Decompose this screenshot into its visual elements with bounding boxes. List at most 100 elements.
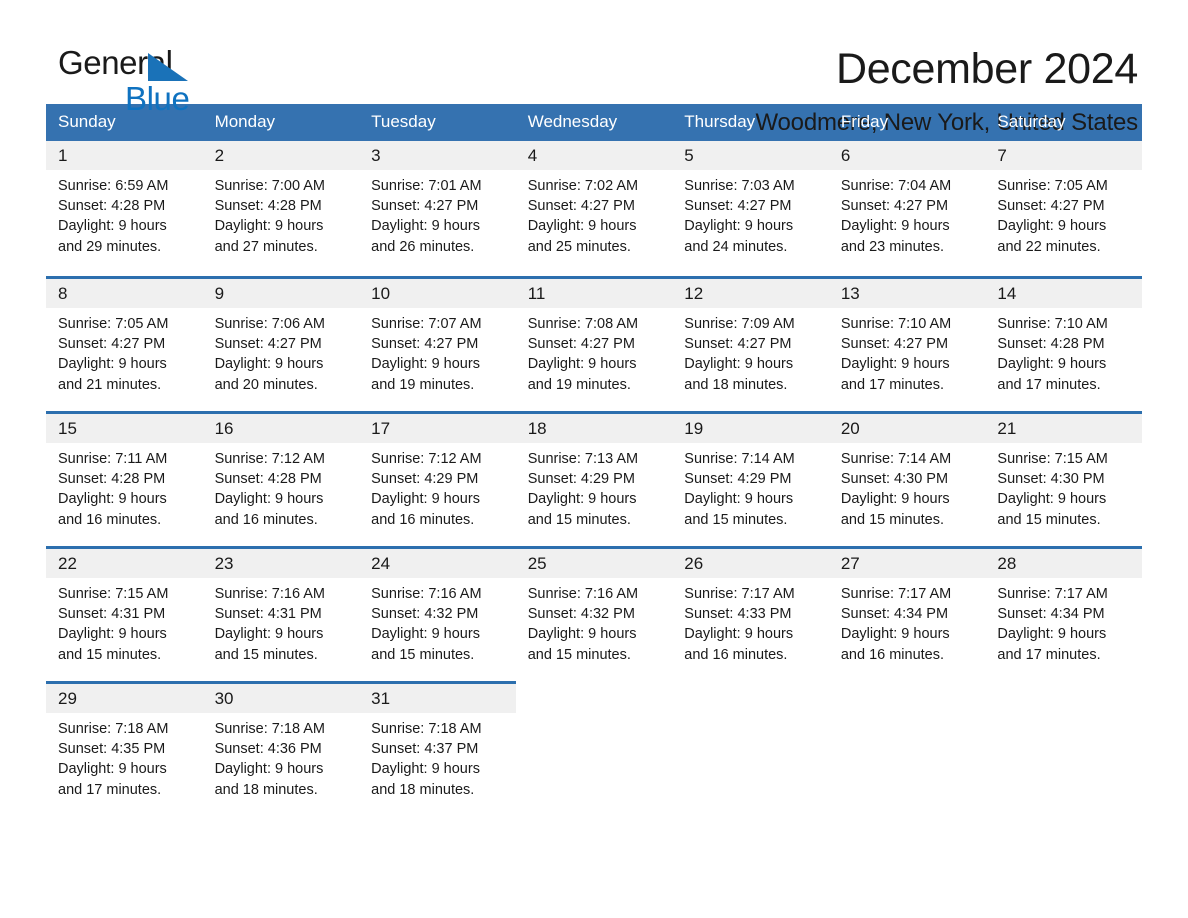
day-number: 7	[997, 146, 1007, 165]
day-cell[interactable]: 3 Sunrise: 7:01 AM Sunset: 4:27 PM Dayli…	[359, 141, 516, 276]
day-details: Sunrise: 7:10 AM Sunset: 4:27 PM Dayligh…	[829, 308, 986, 395]
day-number: 22	[58, 554, 77, 573]
sunrise-text: Sunrise: 7:17 AM	[840, 586, 952, 602]
day-number: 17	[371, 419, 391, 438]
day-cell[interactable]: 26 Sunrise: 7:17 AM Sunset: 4:33 PM Dayl…	[672, 549, 829, 681]
daylight-text-line1: Daylight: 9 hours	[214, 491, 324, 508]
daylight-text-line2: and 18 minutes.	[684, 376, 788, 393]
day-cell[interactable]: 17 Sunrise: 7:12 AM Sunset: 4:29 PM Dayl…	[359, 414, 516, 546]
day-number: 23	[214, 554, 234, 573]
sunset-text: Sunset: 4:33 PM	[684, 606, 792, 623]
generalblue-logo[interactable]: General Blue	[46, 44, 246, 120]
daylight-text-line1: Daylight: 9 hours	[371, 626, 480, 643]
day-cell[interactable]: 8 Sunrise: 7:05 AM Sunset: 4:27 PM Dayli…	[46, 279, 203, 411]
sunrise-text: Sunrise: 7:03 AM	[684, 178, 795, 194]
day-number: 14	[997, 284, 1017, 303]
daylight-text-line2: and 16 minutes.	[840, 646, 945, 663]
day-cell[interactable]: 13 Sunrise: 7:10 AM Sunset: 4:27 PM Dayl…	[828, 279, 986, 411]
daylight-text-line1: Daylight: 9 hours	[684, 626, 794, 643]
day-cell[interactable]: 2 Sunrise: 7:00 AM Sunset: 4:28 PM Dayli…	[202, 141, 360, 276]
day-cell[interactable]: 27 Sunrise: 7:17 AM Sunset: 4:34 PM Dayl…	[828, 549, 986, 681]
sunrise-text: Sunrise: 7:14 AM	[684, 451, 795, 467]
day-details: Sunrise: 7:12 AM Sunset: 4:28 PM Dayligh…	[203, 443, 360, 530]
daylight-text-line1: Daylight: 9 hours	[371, 491, 480, 508]
day-number: 20	[840, 419, 860, 438]
day-details: Sunrise: 7:10 AM Sunset: 4:28 PM Dayligh…	[985, 308, 1142, 395]
daylight-text-line2: and 17 minutes.	[997, 376, 1101, 393]
day-cell[interactable]: 14 Sunrise: 7:10 AM Sunset: 4:28 PM Dayl…	[985, 279, 1142, 411]
day-details: Sunrise: 7:17 AM Sunset: 4:34 PM Dayligh…	[985, 578, 1142, 665]
day-cell[interactable]: 24 Sunrise: 7:16 AM Sunset: 4:32 PM Dayl…	[359, 549, 516, 681]
day-number-band: 31	[359, 684, 516, 713]
sunrise-text: Sunrise: 7:12 AM	[214, 451, 325, 467]
day-cell[interactable]: 11 Sunrise: 7:08 AM Sunset: 4:27 PM Dayl…	[515, 279, 673, 411]
day-cell[interactable]: 18 Sunrise: 7:13 AM Sunset: 4:29 PM Dayl…	[515, 414, 673, 546]
day-cell[interactable]: 22 Sunrise: 7:15 AM Sunset: 4:31 PM Dayl…	[46, 549, 203, 681]
day-cell[interactable]: 28 Sunrise: 7:17 AM Sunset: 4:34 PM Dayl…	[985, 549, 1142, 681]
day-cell[interactable]: 30 Sunrise: 7:18 AM Sunset: 4:36 PM Dayl…	[202, 681, 360, 811]
day-cell[interactable]: 21 Sunrise: 7:15 AM Sunset: 4:30 PM Dayl…	[985, 414, 1142, 546]
sunset-text: Sunset: 4:28 PM	[214, 471, 322, 488]
day-details: Sunrise: 7:04 AM Sunset: 4:27 PM Dayligh…	[829, 170, 986, 257]
day-cell[interactable]: 4 Sunrise: 7:02 AM Sunset: 4:27 PM Dayli…	[515, 141, 673, 276]
daylight-text-line1: Daylight: 9 hours	[214, 218, 324, 235]
daylight-text-line2: and 17 minutes.	[58, 781, 162, 798]
day-details: Sunrise: 7:15 AM Sunset: 4:30 PM Dayligh…	[985, 443, 1142, 530]
sunrise-text: Sunrise: 7:14 AM	[840, 451, 952, 467]
daylight-text-line1: Daylight: 9 hours	[527, 626, 637, 643]
sunset-text: Sunset: 4:28 PM	[997, 336, 1105, 353]
calendar-week-row: 29 Sunrise: 7:18 AM Sunset: 4:35 PM Dayl…	[46, 681, 1142, 811]
day-number-band: 21	[985, 414, 1142, 443]
day-number: 30	[214, 689, 234, 708]
page-header: General Blue December 2024 Woodmere, New…	[46, 0, 1142, 136]
day-number-band: 5	[672, 141, 829, 170]
day-cell[interactable]: 23 Sunrise: 7:16 AM Sunset: 4:31 PM Dayl…	[202, 549, 360, 681]
day-number: 21	[997, 419, 1017, 438]
sunset-text: Sunset: 4:28 PM	[58, 471, 166, 488]
daylight-text-line1: Daylight: 9 hours	[58, 626, 167, 643]
calendar-week-row: 22 Sunrise: 7:15 AM Sunset: 4:31 PM Dayl…	[46, 546, 1142, 681]
day-cell-empty	[985, 681, 1142, 811]
day-cell[interactable]: 12 Sunrise: 7:09 AM Sunset: 4:27 PM Dayl…	[672, 279, 829, 411]
daylight-text-line1: Daylight: 9 hours	[684, 218, 794, 235]
day-cell[interactable]: 1 Sunrise: 6:59 AM Sunset: 4:28 PM Dayli…	[46, 141, 203, 276]
day-details: Sunrise: 7:11 AM Sunset: 4:28 PM Dayligh…	[46, 443, 203, 530]
daylight-text-line2: and 15 minutes.	[58, 646, 162, 663]
daylight-text-line1: Daylight: 9 hours	[527, 356, 637, 373]
daylight-text-line2: and 22 minutes.	[997, 238, 1101, 255]
daylight-text-line1: Daylight: 9 hours	[371, 356, 480, 373]
day-cell[interactable]: 16 Sunrise: 7:12 AM Sunset: 4:28 PM Dayl…	[202, 414, 360, 546]
day-details: Sunrise: 7:05 AM Sunset: 4:27 PM Dayligh…	[985, 170, 1142, 257]
day-number: 13	[840, 284, 860, 303]
day-cell[interactable]: 31 Sunrise: 7:18 AM Sunset: 4:37 PM Dayl…	[359, 681, 516, 811]
day-cell[interactable]: 9 Sunrise: 7:06 AM Sunset: 4:27 PM Dayli…	[202, 279, 360, 411]
day-cell[interactable]: 5 Sunrise: 7:03 AM Sunset: 4:27 PM Dayli…	[672, 141, 829, 276]
day-number-band: 6	[828, 141, 986, 170]
day-cell[interactable]: 19 Sunrise: 7:14 AM Sunset: 4:29 PM Dayl…	[672, 414, 829, 546]
day-number: 11	[527, 284, 546, 303]
sunset-text: Sunset: 4:29 PM	[371, 471, 479, 488]
sunset-text: Sunset: 4:30 PM	[840, 471, 949, 488]
day-cell[interactable]: 7 Sunrise: 7:05 AM Sunset: 4:27 PM Dayli…	[985, 141, 1142, 276]
day-cell[interactable]: 15 Sunrise: 7:11 AM Sunset: 4:28 PM Dayl…	[46, 414, 203, 546]
day-cell[interactable]: 10 Sunrise: 7:07 AM Sunset: 4:27 PM Dayl…	[359, 279, 516, 411]
day-number: 6	[840, 146, 851, 165]
day-cell[interactable]: 29 Sunrise: 7:18 AM Sunset: 4:35 PM Dayl…	[46, 681, 203, 811]
day-cell[interactable]: 25 Sunrise: 7:16 AM Sunset: 4:32 PM Dayl…	[515, 549, 673, 681]
calendar-page: General Blue December 2024 Woodmere, New…	[0, 0, 1188, 918]
day-number-band: 25	[515, 549, 673, 578]
sunrise-text: Sunrise: 7:05 AM	[997, 178, 1108, 194]
daylight-text-line2: and 16 minutes.	[684, 646, 788, 663]
sunset-text: Sunset: 4:27 PM	[371, 198, 479, 215]
daylight-text-line1: Daylight: 9 hours	[371, 761, 480, 778]
day-cell[interactable]: 6 Sunrise: 7:04 AM Sunset: 4:27 PM Dayli…	[828, 141, 986, 276]
daylight-text-line1: Daylight: 9 hours	[997, 218, 1107, 235]
sunset-text: Sunset: 4:27 PM	[58, 336, 166, 353]
sunrise-text: Sunrise: 7:10 AM	[997, 316, 1108, 332]
sunset-text: Sunset: 4:27 PM	[527, 198, 635, 215]
day-details: Sunrise: 7:13 AM Sunset: 4:29 PM Dayligh…	[516, 443, 673, 530]
day-cell[interactable]: 20 Sunrise: 7:14 AM Sunset: 4:30 PM Dayl…	[828, 414, 986, 546]
day-number-band: 4	[515, 141, 673, 170]
sunrise-text: Sunrise: 7:11 AM	[58, 451, 168, 467]
sunset-text: Sunset: 4:35 PM	[58, 741, 166, 758]
